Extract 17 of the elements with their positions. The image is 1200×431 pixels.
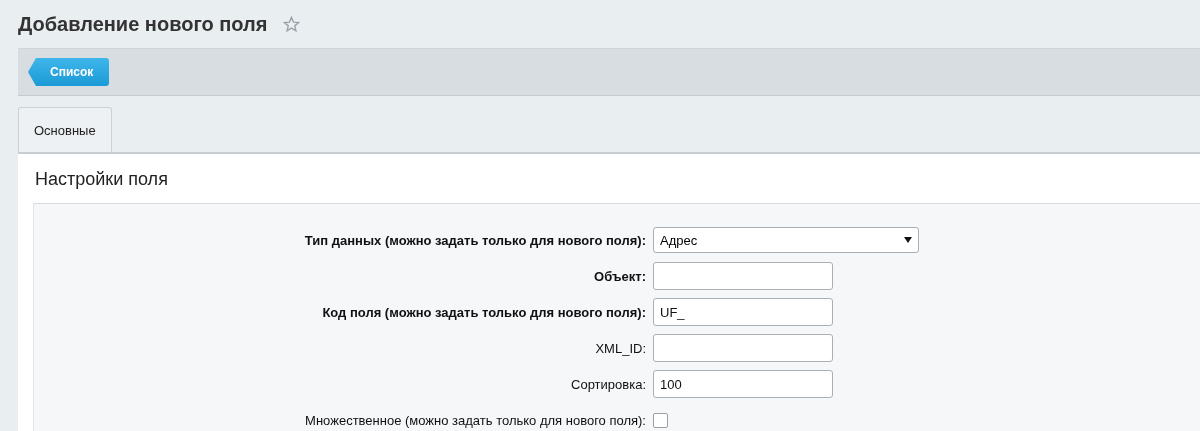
input-field[interactable]: 100: [653, 370, 833, 398]
input-field[interactable]: [653, 334, 833, 362]
star-icon[interactable]: [283, 15, 301, 33]
checkbox[interactable]: [653, 412, 668, 428]
field-label: XML_ID:: [594, 340, 646, 356]
tab[interactable]: Основные: [18, 107, 112, 152]
field-label: Код поля (можно задать только для нового поля):: [321, 304, 646, 320]
page-title: Добавление нового поля: [18, 12, 268, 36]
caret-icon: [904, 237, 912, 243]
field-label: Множественное (можно задать только для нового поля):: [304, 412, 646, 428]
field-label: Объект:: [593, 268, 646, 284]
input-field[interactable]: [653, 262, 833, 290]
section-title: Настройки поля: [34, 168, 169, 191]
field-label: Тип данных (можно задать только для нового поля):: [303, 232, 646, 248]
field-label: Сортировка:: [570, 376, 646, 392]
input-field[interactable]: UF_: [653, 298, 833, 326]
dropdown[interactable]: Адрес: [653, 227, 919, 253]
